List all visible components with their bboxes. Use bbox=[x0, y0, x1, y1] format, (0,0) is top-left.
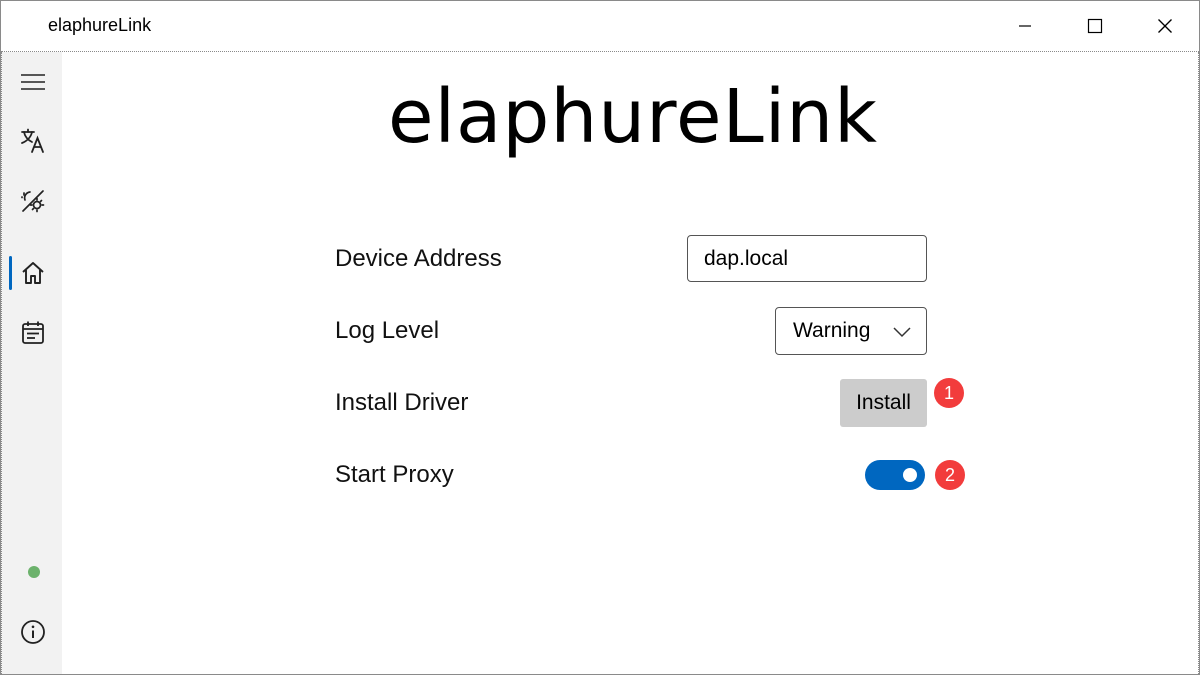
toggle-knob bbox=[903, 468, 917, 482]
title-bar-divider bbox=[1, 51, 1199, 52]
device-address-input[interactable] bbox=[687, 235, 927, 282]
device-address-label: Device Address bbox=[335, 245, 502, 272]
install-driver-button[interactable]: Install bbox=[840, 379, 927, 427]
sidebar-item-log[interactable] bbox=[2, 308, 63, 358]
title-bar[interactable]: elaphureLink bbox=[1, 1, 1199, 51]
log-level-dropdown[interactable]: Warning bbox=[775, 307, 927, 355]
connection-status-indicator bbox=[28, 566, 40, 578]
sidebar-item-home[interactable] bbox=[2, 248, 63, 298]
close-icon bbox=[1158, 19, 1172, 33]
info-icon bbox=[20, 620, 45, 644]
install-step-badge: 1 bbox=[934, 378, 964, 408]
calendar-log-icon bbox=[21, 321, 44, 344]
start-proxy-label: Start Proxy bbox=[335, 461, 454, 488]
sidebar-item-about[interactable] bbox=[2, 607, 63, 657]
maximize-icon bbox=[1087, 18, 1103, 34]
home-icon bbox=[21, 262, 44, 284]
proxy-step-badge: 2 bbox=[935, 460, 965, 490]
theme-toggle-icon bbox=[20, 190, 44, 213]
close-button[interactable] bbox=[1131, 1, 1199, 51]
log-level-selected-value: Warning bbox=[793, 319, 871, 342]
app-window: elaphureLink elaphureLink Device Address… bbox=[0, 0, 1200, 675]
app-brand-title: elaphureLink bbox=[387, 74, 879, 160]
install-driver-label: Install Driver bbox=[335, 389, 469, 416]
sidebar-item-theme[interactable] bbox=[2, 176, 63, 226]
maximize-button[interactable] bbox=[1061, 1, 1129, 51]
minimize-icon bbox=[1019, 25, 1031, 27]
start-proxy-toggle[interactable] bbox=[865, 460, 925, 490]
window-title: elaphureLink bbox=[48, 15, 152, 35]
log-level-label: Log Level bbox=[335, 317, 440, 344]
minimize-button[interactable] bbox=[991, 1, 1059, 51]
chevron-down-icon bbox=[893, 327, 911, 338]
